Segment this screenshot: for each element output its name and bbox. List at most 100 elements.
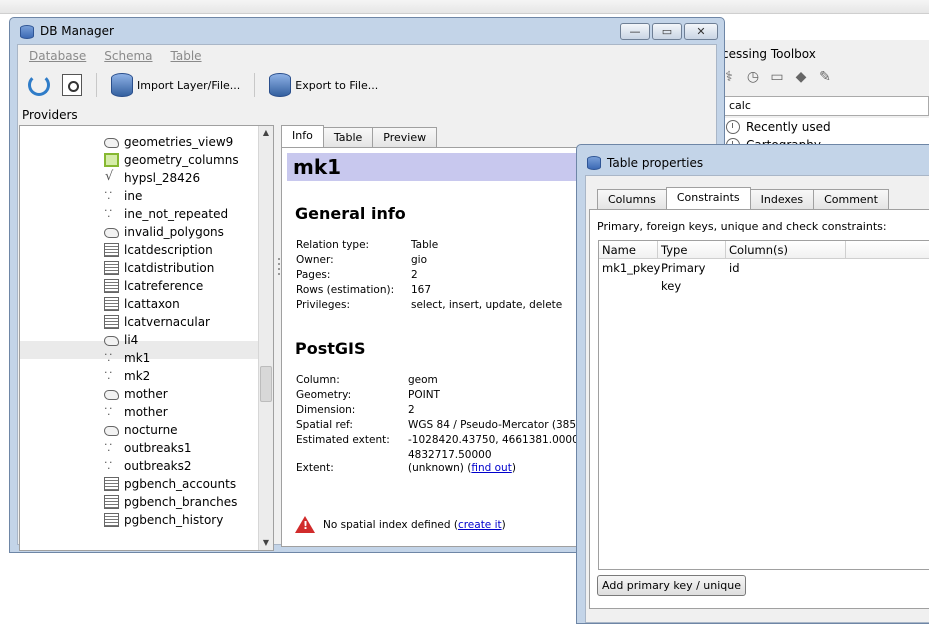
menu-table[interactable]: Table	[171, 49, 202, 63]
db-manager-titlebar[interactable]: DB Manager — ▭ ✕	[10, 18, 724, 44]
tree-item-label: lcatdistribution	[124, 261, 215, 275]
minimize-button[interactable]: —	[620, 23, 650, 40]
table-properties-title: Table properties	[607, 156, 704, 170]
results-icon[interactable]: ▭	[768, 68, 786, 86]
info-key: Rows (estimation):	[296, 284, 395, 296]
info-value: 167	[411, 284, 432, 296]
column-header-name[interactable]: Name	[599, 241, 658, 258]
table-icon	[104, 477, 119, 491]
tree-item[interactable]: outbreaks1	[104, 438, 192, 457]
cell-name: mk1_pkey	[602, 261, 661, 275]
background-window-strip	[0, 0, 929, 14]
table-row[interactable]: mk1_pkey Primary key id	[599, 259, 929, 293]
menu-database[interactable]: Database	[29, 49, 86, 63]
polygon-icon	[104, 390, 119, 400]
info-key: Pages:	[296, 269, 331, 281]
toolbox-search-input[interactable]: calc	[722, 96, 929, 116]
info-row: Dimension: 2	[296, 404, 593, 419]
extent-value: (unknown) (find out)	[408, 462, 516, 474]
tab-info[interactable]: Info	[281, 125, 324, 147]
info-value: Table	[411, 239, 439, 251]
extent-row: Extent: (unknown) (find out)	[296, 462, 516, 477]
tree-item[interactable]: geometries_view9	[104, 133, 233, 151]
refresh-button[interactable]	[24, 71, 54, 99]
export-file-button[interactable]: Export to File...	[265, 71, 382, 99]
menubar: Database Schema Table	[18, 45, 716, 67]
table-icon	[104, 315, 119, 329]
find-out-link[interactable]: find out	[471, 462, 511, 474]
database-import-icon	[111, 73, 133, 97]
import-layer-button[interactable]: Import Layer/File...	[107, 71, 244, 99]
info-row: Relation type: Table	[296, 239, 562, 254]
tree-item-label: mother	[124, 405, 168, 419]
tree-item-label: li4	[124, 333, 139, 347]
tab-constraints[interactable]: Constraints	[665, 187, 751, 209]
tree-item[interactable]: pgbench_accounts	[104, 475, 236, 493]
properties-tabs: Columns Constraints Indexes Comment	[597, 187, 889, 209]
tree-item[interactable]: lcatreference	[104, 277, 203, 295]
tab-preview[interactable]: Preview	[372, 127, 438, 147]
menu-schema[interactable]: Schema	[104, 49, 152, 63]
table-icon	[104, 297, 119, 311]
close-button[interactable]: ✕	[684, 23, 718, 40]
info-row: Owner: gio	[296, 254, 562, 269]
table-icon	[104, 243, 119, 257]
providers-tree[interactable]: ▲ ▼ geometries_view9 geometry_columnshyps…	[19, 125, 274, 551]
tree-item-label: mk2	[124, 369, 151, 383]
tree-item-label: geometries_view9	[124, 135, 234, 149]
tree-item-label: pgbench_branches	[124, 495, 238, 509]
cell-columns: id	[729, 261, 740, 275]
scroll-thumb[interactable]	[260, 366, 272, 402]
tree-item[interactable]: mother	[104, 402, 168, 421]
tree-item[interactable]: ine	[104, 186, 142, 205]
column-header-type[interactable]: Type	[658, 241, 726, 258]
postgis-info-list: Column: geom Geometry: POINT Dimension: 2 Spat…	[296, 374, 593, 464]
tab-indexes[interactable]: Indexes	[749, 189, 815, 209]
tab-table[interactable]: Table	[322, 127, 374, 147]
add-primary-key-button[interactable]: Add primary key / unique	[597, 575, 747, 596]
polygon-icon	[104, 336, 119, 346]
point-icon	[104, 366, 119, 385]
toolbox-node-recently-used[interactable]: Recently used	[722, 118, 929, 136]
tree-item[interactable]: mk2	[104, 366, 151, 385]
tree-item[interactable]: mk1	[104, 348, 151, 367]
tree-scrollbar[interactable]: ▲ ▼	[258, 126, 273, 550]
postgis-title: PostGIS	[295, 339, 366, 358]
tab-comment[interactable]: Comment	[813, 189, 889, 209]
tree-item[interactable]: invalid_polygons	[104, 223, 224, 241]
options-icon[interactable]: ✎	[816, 68, 834, 86]
tree-item[interactable]: li4	[104, 331, 138, 349]
tree-item[interactable]: outbreaks2	[104, 456, 192, 475]
database-icon	[587, 156, 601, 170]
tree-item[interactable]: nocturne	[104, 421, 178, 439]
tree-item[interactable]: lcatdescription	[104, 241, 213, 259]
database-export-icon	[269, 73, 292, 97]
tree-item[interactable]: geometry_columns	[104, 151, 239, 169]
clock-icon	[726, 120, 740, 134]
tree-item[interactable]: lcatdistribution	[104, 259, 214, 277]
tree-item[interactable]: mother	[104, 385, 168, 403]
history-icon[interactable]: ◷	[744, 68, 762, 86]
tree-item[interactable]: pgbench_branches	[104, 493, 237, 511]
sql-window-button[interactable]	[58, 71, 86, 99]
toolbar-separator	[96, 73, 97, 97]
column-header-columns[interactable]: Column(s)	[726, 241, 846, 258]
tree-item[interactable]: hypsl_28426	[104, 169, 200, 187]
database-icon	[20, 25, 34, 39]
maximize-button[interactable]: ▭	[652, 23, 682, 40]
plugin-icon[interactable]: ◆	[792, 68, 810, 86]
tree-item[interactable]: ine_not_repeated	[104, 204, 228, 223]
toolbox-title: cessing Toolbox	[722, 47, 816, 61]
tree-item-label: mk1	[124, 351, 151, 365]
info-row: Privileges: select, insert, update, delet…	[296, 299, 562, 314]
info-value: gio	[411, 254, 428, 266]
tree-item[interactable]: lcattaxon	[104, 295, 180, 313]
constraints-table[interactable]: Name Type Column(s) mk1_pkey Primary key…	[598, 240, 929, 570]
info-key: Column:	[296, 374, 340, 386]
point-icon	[104, 204, 119, 223]
tab-columns[interactable]: Columns	[597, 189, 667, 209]
scroll-up-arrow[interactable]: ▲	[259, 126, 273, 140]
info-value: -1028420.43750, 4661381.00000 -	[408, 434, 593, 446]
tree-item[interactable]: lcatvernacular	[104, 313, 210, 331]
point-icon	[104, 402, 119, 421]
